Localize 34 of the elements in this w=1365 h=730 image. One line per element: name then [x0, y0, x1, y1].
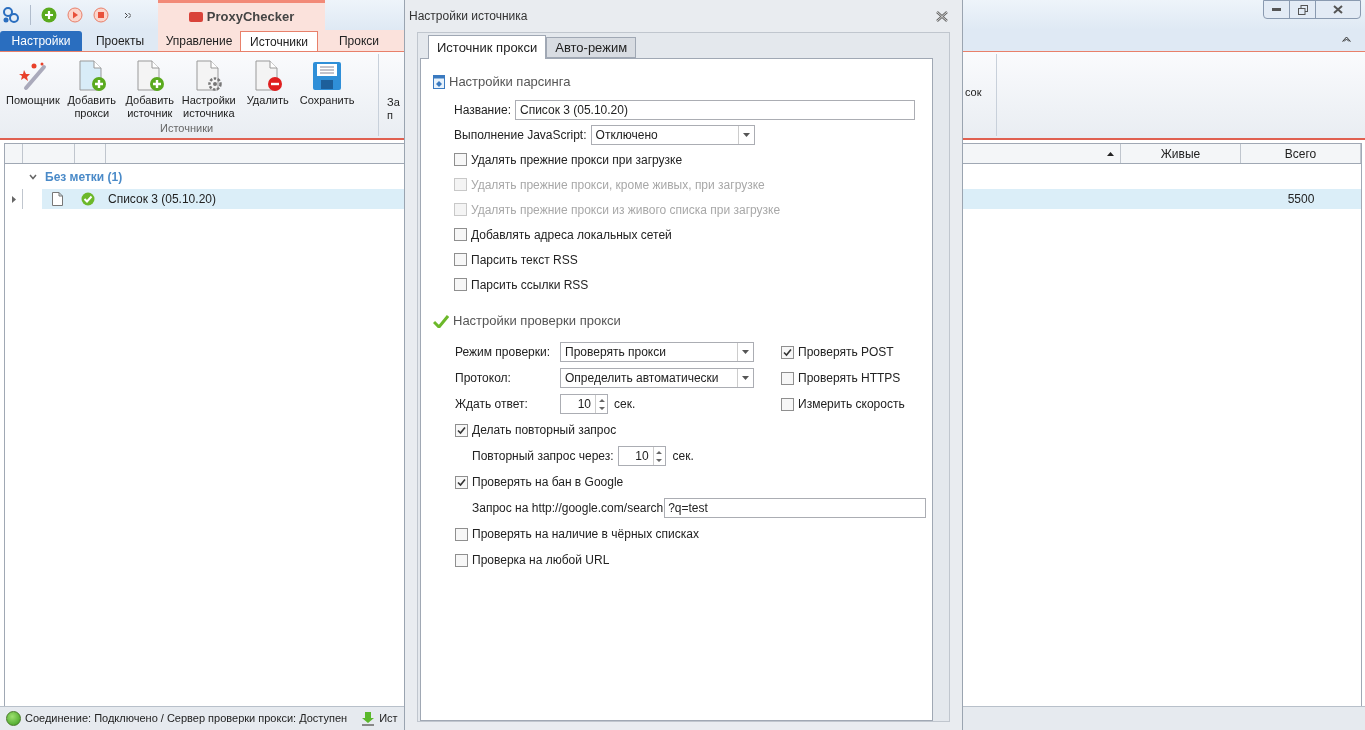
section-title: Настройки проверки прокси [453, 312, 621, 331]
checkbox-label: Удалять прежние прокси, кроме живых, при загрузке [471, 176, 765, 194]
ribbon-group-label: Источники [160, 121, 215, 136]
checkbox-label: Делать повторный запрос [472, 422, 617, 439]
checkbox-label: Проверка на любой URL [472, 552, 610, 569]
checkbox-label: Удалять прежние прокси при загрузке [471, 151, 683, 169]
ribbon-button-label: За п [387, 96, 400, 122]
unit-label: сек. [614, 396, 636, 413]
checkbox-label: Проверять POST [798, 344, 894, 361]
table-cell-text: Список 3 (05.10.20) [108, 191, 216, 208]
status-text: Ист [379, 711, 398, 727]
field-label: Название: [454, 101, 511, 119]
field-label: Режим проверки: [455, 344, 552, 361]
field-label: Протокол: [455, 370, 512, 387]
checkbox-label: Проверять на бан в Google [472, 474, 624, 491]
checkbox-label: Добавлять адреса локальных сетей [471, 226, 672, 244]
dialog-title: Настройки источника [409, 8, 528, 25]
connection-status: Соединение: Подключено / Сервер проверки прокси: Доступен [25, 711, 348, 727]
group-header: Без метки (1) [45, 168, 123, 186]
unit-label: сек. [672, 448, 694, 465]
ribbon-button-label: сок [965, 85, 982, 100]
window-title: ProxyChecker [206, 7, 295, 26]
table-cell-text: 5500 [1286, 191, 1316, 208]
checkbox-label: Проверять на наличие в чёрных списках [472, 526, 699, 543]
field-label: Запрос на http://google.com/search [472, 500, 664, 517]
section-title: Настройки парсинга [449, 73, 571, 92]
field-label: Ждать ответ: [455, 396, 529, 413]
checkbox-label: Парсить ссылки RSS [471, 276, 589, 294]
checkbox-label: Проверять HTTPS [798, 370, 901, 387]
checkbox-label: Измерить скорость [798, 396, 905, 413]
field-label: Повторный запрос через: [472, 448, 614, 465]
checkbox-label: Парсить текст RSS [471, 251, 578, 269]
checkbox-label: Удалять прежние прокси из живого списка при загрузке [471, 201, 781, 219]
field-label: Выполнение JavaScript: [454, 126, 587, 144]
